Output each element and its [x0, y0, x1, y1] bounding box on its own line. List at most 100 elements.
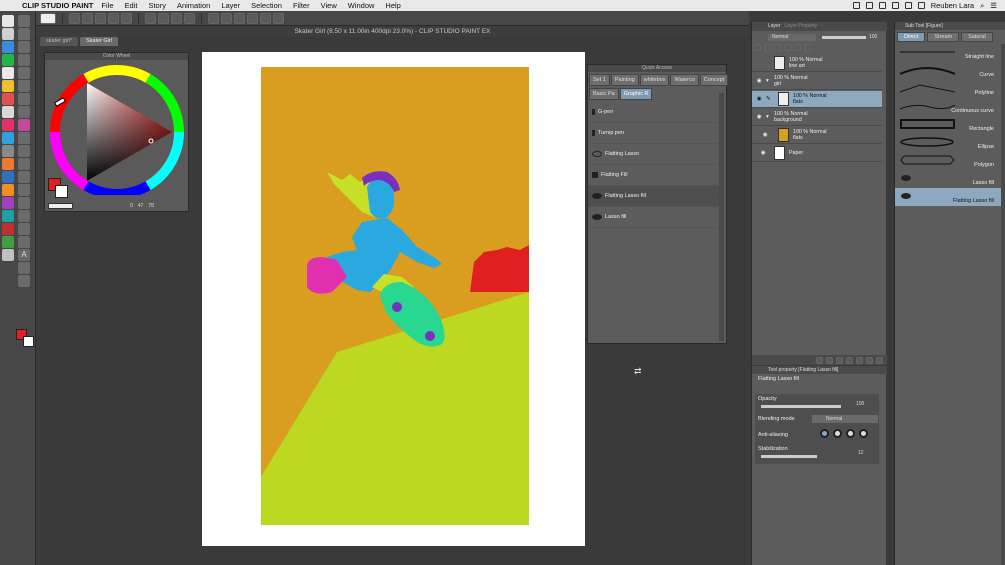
photos-icon[interactable]: [2, 158, 14, 170]
tab-concept[interactable]: Concept: [699, 74, 729, 86]
auto-select-icon[interactable]: [18, 67, 30, 79]
open-icon[interactable]: [82, 12, 93, 24]
scrollbar[interactable]: [1001, 44, 1005, 565]
photoshop-icon[interactable]: [2, 171, 14, 183]
snap-special-icon[interactable]: [234, 12, 245, 24]
combine-icon[interactable]: [856, 356, 863, 364]
sub-color-swatch[interactable]: [23, 336, 34, 347]
menu-view[interactable]: View: [321, 1, 337, 10]
palette-icon[interactable]: [804, 44, 811, 51]
move-tool-icon[interactable]: [18, 28, 30, 40]
new-icon[interactable]: [69, 12, 80, 24]
eyedropper-icon[interactable]: [18, 80, 30, 92]
preferences-icon[interactable]: [2, 145, 14, 157]
flag-icon[interactable]: [917, 2, 925, 9]
select-all-icon[interactable]: [184, 12, 195, 24]
figure-tool-icon[interactable]: [18, 210, 30, 222]
list-item[interactable]: Straight line: [895, 44, 1001, 62]
user-name[interactable]: Reuben Lara: [931, 1, 974, 10]
eye-icon[interactable]: ◉: [752, 132, 778, 138]
list-item[interactable]: G-pen: [588, 102, 720, 123]
new-folder-icon[interactable]: [836, 356, 843, 364]
tab-graphic[interactable]: Graphic R: [619, 88, 653, 100]
antialias-none-icon[interactable]: [820, 429, 829, 438]
finder-icon[interactable]: [2, 15, 14, 27]
sub-color-swatch[interactable]: [55, 185, 68, 198]
antialias-medium-icon[interactable]: [846, 429, 855, 438]
list-item[interactable]: Curve: [895, 62, 1001, 80]
pencil-tool-icon[interactable]: [18, 106, 30, 118]
antialias-weak-icon[interactable]: [833, 429, 842, 438]
safari-icon[interactable]: [2, 41, 14, 53]
tab-skater-girl-unsaved[interactable]: skater girl*: [40, 37, 78, 46]
frame-tool-icon[interactable]: [18, 223, 30, 235]
reference-icon[interactable]: [774, 44, 781, 51]
transform-icon[interactable]: [158, 12, 169, 24]
clip-icon[interactable]: [764, 44, 771, 51]
list-item[interactable]: Flatting Fill: [588, 165, 720, 186]
menu-animation[interactable]: Animation: [177, 1, 210, 10]
snap-ruler-icon[interactable]: [221, 12, 232, 24]
messages-icon[interactable]: [2, 54, 14, 66]
transparent-swatch[interactable]: [48, 203, 73, 209]
eye-icon[interactable]: ◉: [752, 96, 766, 102]
menu-story[interactable]: Story: [148, 1, 166, 10]
ruler-tool-icon[interactable]: [18, 236, 30, 248]
menu-selection[interactable]: Selection: [251, 1, 282, 10]
save-icon[interactable]: [95, 12, 106, 24]
color-wheel[interactable]: [45, 60, 188, 199]
mask-icon[interactable]: [866, 356, 873, 364]
layer-row[interactable]: 100 % Normal line art: [752, 55, 882, 72]
gradient-tool-icon[interactable]: [18, 197, 30, 209]
snap-grid-icon[interactable]: [247, 12, 258, 24]
undo-icon[interactable]: [108, 12, 119, 24]
app-icon[interactable]: [2, 223, 14, 235]
reminders-icon[interactable]: [2, 106, 14, 118]
paper-canvas[interactable]: [202, 52, 585, 546]
tab-set1[interactable]: Set 1: [589, 74, 610, 86]
tab-watercolor[interactable]: Waterco: [670, 74, 699, 86]
eye-icon[interactable]: ◉: [752, 114, 766, 120]
menu-edit[interactable]: Edit: [125, 1, 138, 10]
wifi-icon[interactable]: [891, 2, 899, 9]
tab-stream[interactable]: Stream: [927, 32, 960, 42]
deselect-icon[interactable]: [171, 12, 182, 24]
blend-tool-icon[interactable]: [18, 171, 30, 183]
tab-whitebox[interactable]: whitebox: [639, 74, 670, 86]
dropbox-icon[interactable]: [852, 2, 860, 9]
selection-tool-icon[interactable]: [18, 54, 30, 66]
appstore-icon[interactable]: [2, 132, 14, 144]
redo-icon[interactable]: [121, 12, 132, 24]
stabilization-slider[interactable]: [761, 455, 817, 458]
transfer-icon[interactable]: [846, 356, 853, 364]
eye-icon[interactable]: ◉: [752, 150, 774, 156]
app-icon[interactable]: [2, 236, 14, 248]
operation-tool-icon[interactable]: [18, 41, 30, 53]
new-vector-layer-icon[interactable]: [826, 356, 833, 364]
layer-row-selected[interactable]: ◉ ✎ 100 % Normal flats: [752, 91, 882, 108]
opacity-slider[interactable]: [761, 405, 841, 408]
mail-icon[interactable]: [2, 67, 14, 79]
tab-skater-girl[interactable]: Skater Girl: [79, 37, 118, 46]
clear-icon[interactable]: [145, 12, 156, 24]
menu-help[interactable]: Help: [385, 1, 400, 10]
tab-painting[interactable]: Painting: [610, 74, 639, 86]
fill-tool-icon[interactable]: [18, 184, 30, 196]
invert-selection-icon[interactable]: [208, 12, 219, 24]
correct-line-icon[interactable]: [18, 275, 30, 287]
airplay-icon[interactable]: [865, 2, 873, 9]
app-icon[interactable]: [2, 249, 14, 261]
search-icon[interactable]: ⌕: [980, 1, 984, 11]
list-item[interactable]: Ellipse: [895, 134, 1001, 152]
delete-layer-icon[interactable]: [876, 356, 883, 364]
rotate-icon[interactable]: ⇄: [634, 366, 642, 377]
clip-studio-icon[interactable]: [40, 12, 56, 24]
menu-file[interactable]: File: [101, 1, 113, 10]
opacity-slider[interactable]: [822, 36, 866, 39]
list-item[interactable]: Polyline: [895, 80, 1001, 98]
lock-icon[interactable]: [754, 44, 761, 51]
new-raster-layer-icon[interactable]: [816, 356, 823, 364]
blend-mode-select[interactable]: Normal: [768, 34, 816, 41]
list-item[interactable]: Polygon: [895, 152, 1001, 170]
list-item[interactable]: Lasso fill: [588, 207, 720, 228]
